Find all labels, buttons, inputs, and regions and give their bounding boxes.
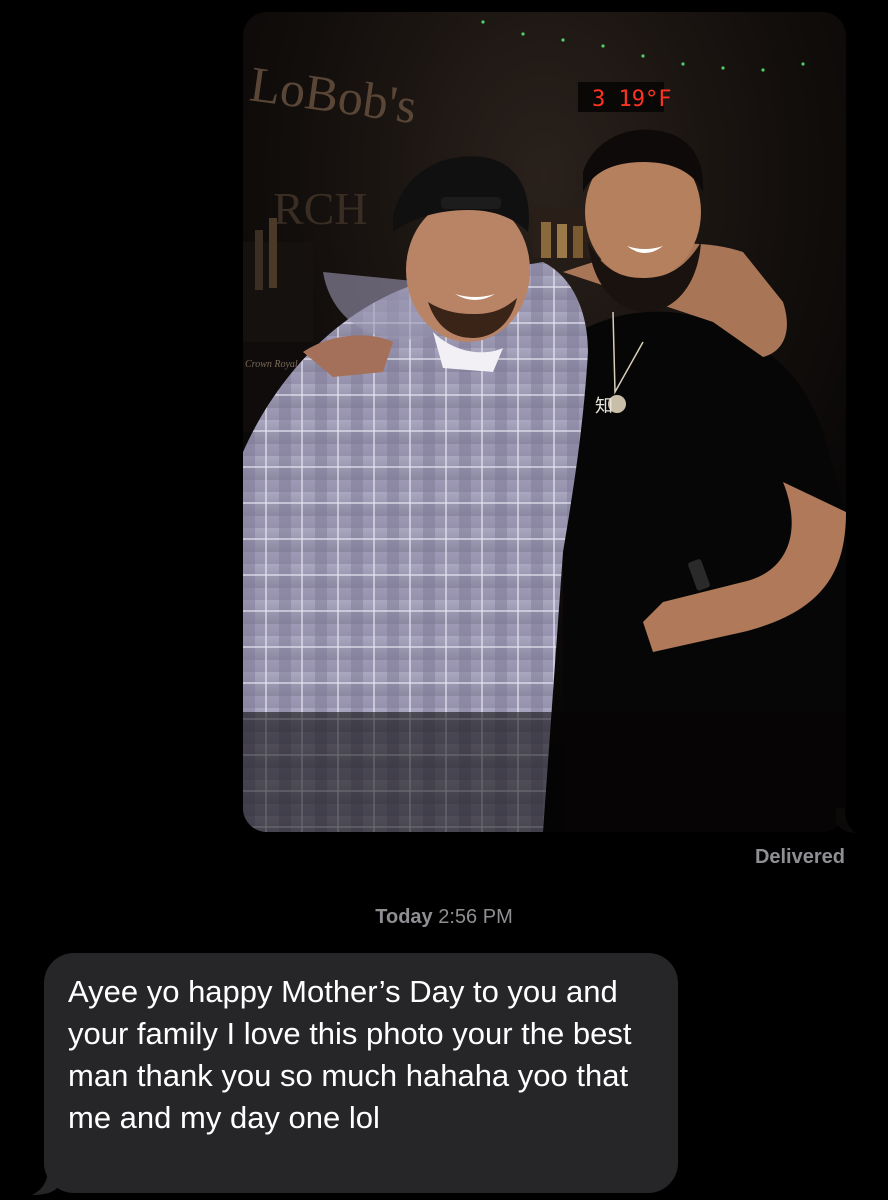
- outgoing-bubble-tail: [836, 808, 856, 833]
- message-thread: LoBob's RCH 3 19°F Crown Royal 知 Deliver…: [0, 0, 888, 1200]
- delivery-status: Delivered: [754, 846, 845, 868]
- timestamp-day: Today: [375, 906, 433, 928]
- incoming-message-text: Ayee yo happy Mother’s Day to you and yo…: [68, 974, 632, 1135]
- photo-image: LoBob's RCH 3 19°F Crown Royal 知: [243, 12, 846, 832]
- incoming-bubble-tail: [32, 1168, 60, 1195]
- incoming-message-bubble[interactable]: Ayee yo happy Mother’s Day to you and yo…: [44, 953, 678, 1193]
- shirt-glyph: 知: [595, 396, 613, 417]
- bottle-label: Crown Royal: [245, 359, 298, 370]
- timestamp-time: 2:56 PM: [438, 906, 513, 928]
- bar-clock: 3 19°F: [592, 87, 671, 112]
- photo-message[interactable]: LoBob's RCH 3 19°F Crown Royal 知: [243, 12, 846, 832]
- bar-sign-sub: RCH: [273, 183, 368, 234]
- message-timestamp: Today 2:56 PM: [0, 906, 888, 929]
